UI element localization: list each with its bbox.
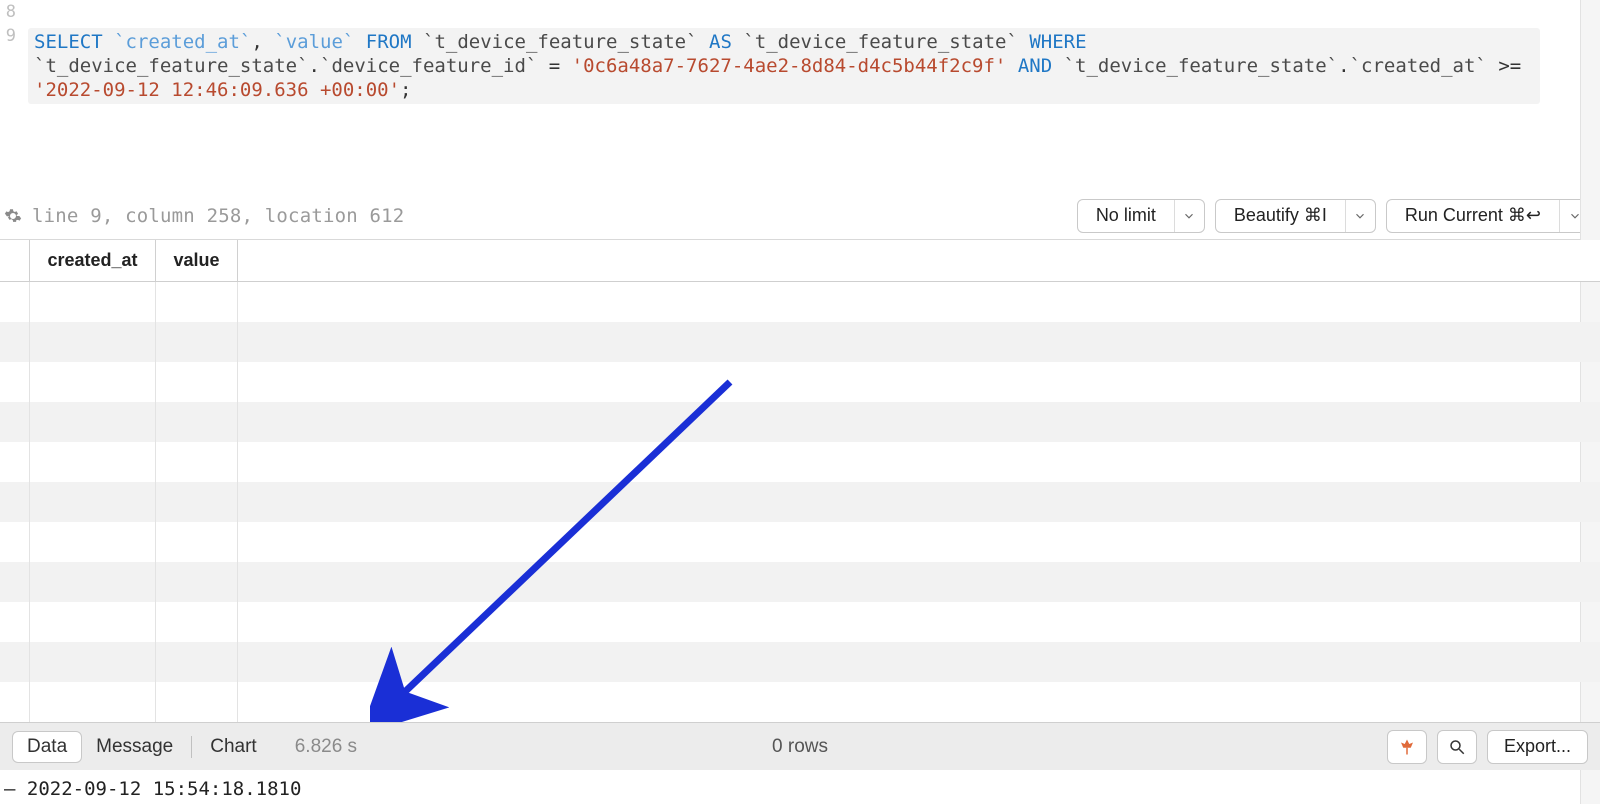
line-number: 9 xyxy=(2,24,16,48)
status-bar: Data Message Chart 6.826 s 0 rows Export… xyxy=(0,722,1600,770)
gear-icon[interactable] xyxy=(4,207,22,225)
limit-select[interactable]: No limit xyxy=(1077,199,1205,233)
tab-chart[interactable]: Chart xyxy=(196,732,270,762)
run-label: Run Current ⌘↩ xyxy=(1387,200,1559,232)
editor-toolbar: line 9, column 258, location 612 No limi… xyxy=(0,192,1600,240)
table-row xyxy=(0,682,1600,722)
log-timestamp: – 2022-09-12 15:54:18.1810 xyxy=(0,774,305,804)
table-row xyxy=(0,362,1600,402)
rownum-header xyxy=(0,240,30,281)
table-row xyxy=(0,282,1600,322)
line-number-gutter: 8 9 xyxy=(2,0,16,48)
export-button[interactable]: Export... xyxy=(1487,730,1588,764)
column-header[interactable]: created_at xyxy=(30,240,156,281)
tab-data[interactable]: Data xyxy=(12,731,82,763)
search-button[interactable] xyxy=(1437,730,1477,764)
table-row xyxy=(0,402,1600,442)
table-row xyxy=(0,602,1600,642)
row-count: 0 rows xyxy=(772,736,828,758)
chevron-down-icon[interactable] xyxy=(1174,200,1204,232)
table-row xyxy=(0,442,1600,482)
beautify-label: Beautify ⌘I xyxy=(1216,200,1345,232)
sql-editor[interactable]: 8 9 SELECT `created_at`, `value` FROM `t… xyxy=(0,0,1600,104)
table-row xyxy=(0,522,1600,562)
grid-body xyxy=(0,282,1600,722)
tab-message[interactable]: Message xyxy=(82,732,187,762)
grid-header: created_at value xyxy=(0,240,1600,282)
table-row xyxy=(0,322,1600,362)
cursor-location: line 9, column 258, location 612 xyxy=(32,205,404,227)
chevron-down-icon[interactable] xyxy=(1345,200,1375,232)
sql-statement[interactable]: SELECT `created_at`, `value` FROM `t_dev… xyxy=(28,28,1540,104)
table-row xyxy=(0,642,1600,682)
table-row xyxy=(0,482,1600,522)
tab-separator xyxy=(191,736,192,758)
limit-label: No limit xyxy=(1078,200,1174,232)
run-current-button[interactable]: Run Current ⌘↩ xyxy=(1386,199,1590,233)
result-tabs: Data Message Chart xyxy=(12,731,271,763)
elapsed-time: 6.826 s xyxy=(295,736,357,758)
results-grid[interactable]: created_at value xyxy=(0,240,1600,722)
table-row xyxy=(0,562,1600,602)
pin-button[interactable] xyxy=(1387,730,1427,764)
column-header[interactable]: value xyxy=(156,240,238,281)
beautify-button[interactable]: Beautify ⌘I xyxy=(1215,199,1376,233)
line-number: 8 xyxy=(2,0,16,24)
